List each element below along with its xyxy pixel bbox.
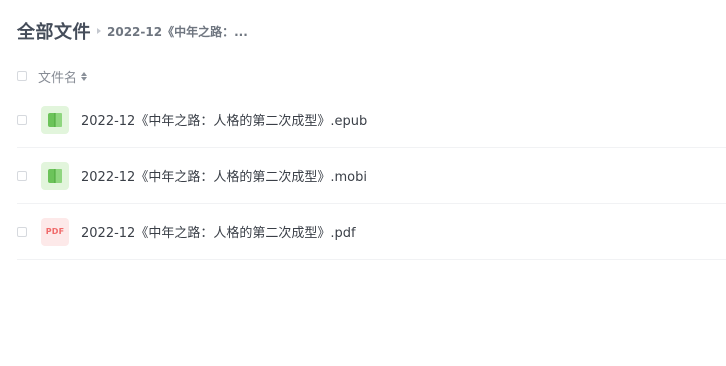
file-list: 2022-12《中年之路：人格的第二次成型》.epub 2022-12《中年之路… <box>17 92 726 260</box>
file-name[interactable]: 2022-12《中年之路：人格的第二次成型》.mobi <box>81 166 367 185</box>
ebook-icon <box>41 105 69 134</box>
list-item[interactable]: 2022-12《中年之路：人格的第二次成型》.mobi <box>17 148 726 204</box>
sort-icon[interactable] <box>81 71 88 81</box>
file-browser: 全部文件 2022-12《中年之路：... 文件名 2022-12《中年之路：人… <box>0 0 726 366</box>
chevron-right-icon <box>97 28 101 34</box>
breadcrumb: 全部文件 2022-12《中年之路：... <box>17 18 248 44</box>
file-name[interactable]: 2022-12《中年之路：人格的第二次成型》.pdf <box>81 222 356 241</box>
row-checkbox[interactable] <box>17 226 27 237</box>
row-checkbox[interactable] <box>17 114 27 125</box>
column-header-filename[interactable]: 文件名 <box>38 67 77 86</box>
row-checkbox[interactable] <box>17 170 27 181</box>
list-header: 文件名 <box>17 66 88 86</box>
list-item[interactable]: PDF 2022-12《中年之路：人格的第二次成型》.pdf <box>17 204 726 260</box>
list-item[interactable]: 2022-12《中年之路：人格的第二次成型》.epub <box>17 92 726 148</box>
breadcrumb-current-folder[interactable]: 2022-12《中年之路：... <box>107 23 248 40</box>
pdf-icon: PDF <box>41 217 69 246</box>
ebook-icon <box>41 161 69 190</box>
breadcrumb-root-all-files[interactable]: 全部文件 <box>17 18 91 44</box>
select-all-checkbox[interactable] <box>17 71 27 81</box>
file-name[interactable]: 2022-12《中年之路：人格的第二次成型》.epub <box>81 110 367 129</box>
